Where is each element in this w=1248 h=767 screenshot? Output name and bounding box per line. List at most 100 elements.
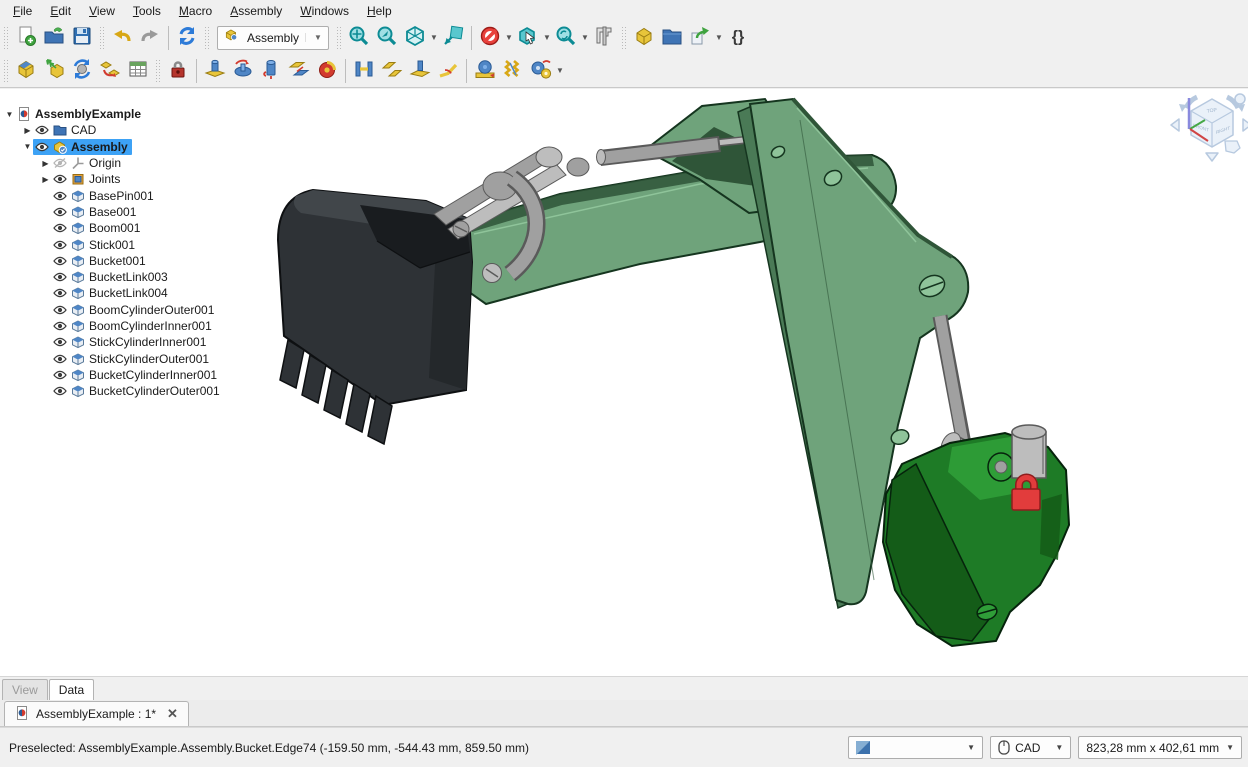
visibility-eye-icon[interactable] [53,205,67,219]
visibility-eye-icon[interactable] [53,352,67,366]
redo-button[interactable] [136,24,164,52]
parallel-joint-button[interactable] [378,57,406,85]
visibility-eye-icon[interactable] [53,368,67,382]
viewport-3d[interactable]: TOP FRONT RIGHT ▼AssemblyExample▶CAD▼Ass… [0,89,1248,676]
solve-assembly-button[interactable] [68,57,96,85]
tree-item-stick001[interactable]: Stick001 [0,236,262,252]
toggle-grounded-button[interactable] [164,57,192,85]
tree-item-joints[interactable]: ▶Joints [0,171,262,187]
visibility-eye-icon[interactable] [53,319,67,333]
tree-item-bucketlink003[interactable]: BucketLink003 [0,269,262,285]
visibility-eye-icon[interactable] [53,303,67,317]
create-part-button[interactable] [630,24,658,52]
tree-item-assemblyexample[interactable]: ▼AssemblyExample [0,106,262,122]
angle-joint-button[interactable] [434,57,462,85]
toolbar-drag-handle[interactable] [99,26,105,50]
tree-item-bucketcylinderouter001[interactable]: BucketCylinderOuter001 [0,383,262,399]
slider-joint-button[interactable] [285,57,313,85]
gears-joint-dropdown[interactable]: ▼ [555,57,565,85]
toolbar-drag-handle[interactable] [155,59,161,83]
clipping-plane-button[interactable] [476,24,504,52]
visibility-eye-icon[interactable] [35,123,49,137]
menu-file[interactable]: File [4,2,41,20]
link-actions-button[interactable] [686,24,714,52]
navigation-style-selector[interactable]: CAD ▼ [990,736,1071,759]
tree-item-boom001[interactable]: Boom001 [0,220,262,236]
visibility-eye-icon[interactable] [53,238,67,252]
document-tab[interactable]: AssemblyExample : 1* ✕ [4,701,189,726]
rack-pinion-joint-button[interactable] [471,57,499,85]
tab-data[interactable]: Data [49,679,94,701]
measure-button[interactable] [590,24,618,52]
new-document-button[interactable] [12,24,40,52]
tree-item-bucketcylinderinner001[interactable]: BucketCylinderInner001 [0,367,262,383]
perpendicular-joint-button[interactable] [406,57,434,85]
menu-view[interactable]: View [80,2,124,20]
gears-joint-button[interactable] [527,57,555,85]
box-element-selection-dropdown[interactable]: ▼ [542,24,552,52]
visibility-eye-icon[interactable] [53,254,67,268]
clipping-plane-dropdown[interactable]: ▼ [504,24,514,52]
tree-item-stickcylinderouter001[interactable]: StickCylinderOuter001 [0,350,262,366]
menu-windows[interactable]: Windows [291,2,358,20]
visibility-eye-icon[interactable] [53,172,67,186]
cylindrical-joint-button[interactable] [257,57,285,85]
part-bucket[interactable] [278,190,472,444]
tree-item-bucket001[interactable]: Bucket001 [0,253,262,269]
screw-joint-button[interactable] [499,57,527,85]
box-element-selection-button[interactable] [514,24,542,52]
menu-help[interactable]: Help [358,2,401,20]
draw-style-selector[interactable]: ▼ [848,736,983,759]
ball-joint-button[interactable] [313,57,341,85]
menu-assembly[interactable]: Assembly [221,2,291,20]
visibility-eye-icon[interactable] [53,384,67,398]
visibility-eye-icon[interactable] [35,140,49,154]
part-base-pin[interactable] [1012,425,1046,478]
expander-right-icon[interactable]: ▶ [40,159,51,168]
expander-right-icon[interactable]: ▶ [22,126,33,135]
tree-item-stickcylinderinner001[interactable]: StickCylinderInner001 [0,334,262,350]
bill-of-materials-button[interactable] [124,57,152,85]
tree-item-cad[interactable]: ▶CAD [0,122,262,138]
insert-component-button[interactable] [40,57,68,85]
visibility-eye-icon[interactable] [53,270,67,284]
open-document-button[interactable] [40,24,68,52]
view-dimensions-selector[interactable]: 823,28 mm x 402,61 mm ▼ [1078,736,1242,759]
expander-right-icon[interactable]: ▶ [40,175,51,184]
visibility-eye-icon[interactable] [53,335,67,349]
workbench-selector[interactable]: Assembly▼ [217,26,329,50]
save-document-button[interactable] [68,24,96,52]
toolbar-drag-handle[interactable] [3,59,9,83]
tree-item-bucketlink004[interactable]: BucketLink004 [0,285,262,301]
sync-view-dropdown[interactable]: ▼ [580,24,590,52]
create-simulation-button[interactable] [96,57,124,85]
distance-joint-button[interactable] [350,57,378,85]
tree-item-assembly[interactable]: ▼Assembly [0,139,262,155]
tree-item-boomcylinderinner001[interactable]: BoomCylinderInner001 [0,318,262,334]
toolbar-drag-handle[interactable] [204,26,210,50]
menu-edit[interactable]: Edit [41,2,80,20]
isometric-view-dropdown[interactable]: ▼ [429,24,439,52]
visibility-eye-icon[interactable] [53,156,67,170]
menu-tools[interactable]: Tools [124,2,170,20]
link-actions-dropdown[interactable]: ▼ [714,24,724,52]
refresh-button[interactable] [173,24,201,52]
tab-view[interactable]: View [2,679,48,701]
close-icon[interactable]: ✕ [163,706,178,722]
sync-view-button[interactable] [552,24,580,52]
navigation-cube[interactable]: TOP FRONT RIGHT [1171,94,1248,161]
toolbar-drag-handle[interactable] [3,26,9,50]
isometric-view-button[interactable] [401,24,429,52]
toolbar-drag-handle[interactable] [621,26,627,50]
expander-down-icon[interactable]: ▼ [4,110,15,119]
tree-item-base001[interactable]: Base001 [0,204,262,220]
create-group-button[interactable] [658,24,686,52]
fit-all-button[interactable] [345,24,373,52]
visibility-eye-icon[interactable] [53,189,67,203]
visibility-eye-icon[interactable] [53,286,67,300]
toolbar-drag-handle[interactable] [336,26,342,50]
revolute-joint-button[interactable] [229,57,257,85]
expander-down-icon[interactable]: ▼ [22,142,33,151]
tree-item-boomcylinderouter001[interactable]: BoomCylinderOuter001 [0,302,262,318]
zoom-region-button[interactable] [439,24,467,52]
